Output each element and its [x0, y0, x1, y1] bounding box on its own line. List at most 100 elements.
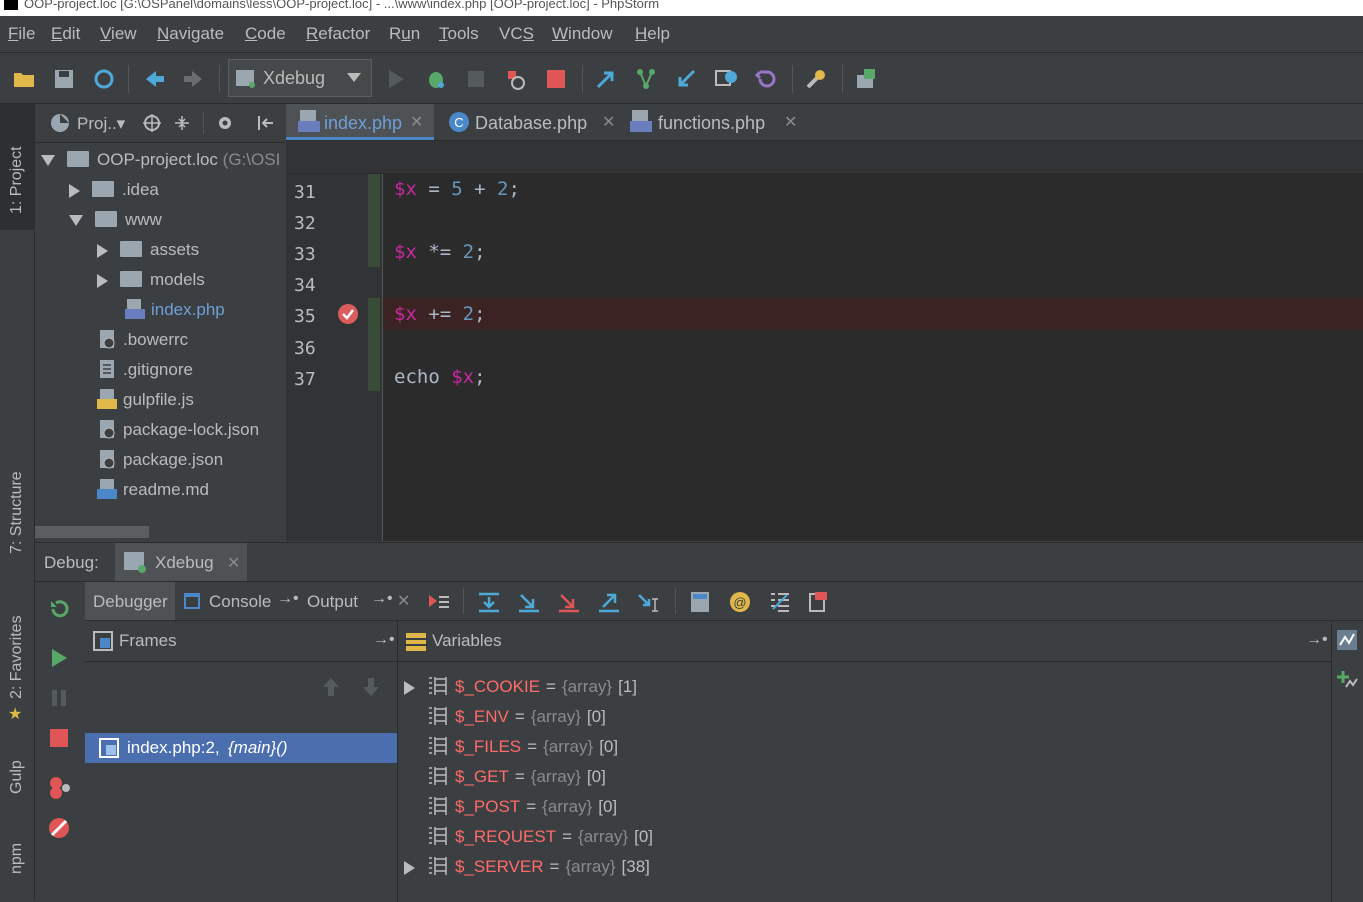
tab-index-php[interactable]: index.php ✕ [286, 104, 434, 140]
menu-view[interactable]: View [100, 24, 137, 44]
close-icon[interactable]: ✕ [410, 104, 423, 142]
tree-item-gitignore[interactable]: .gitignore [97, 355, 193, 385]
tree-item-package-json[interactable]: package.json [97, 445, 223, 475]
vcs-push-icon[interactable] [674, 67, 698, 91]
previous-frame-arrow-icon[interactable] [321, 676, 341, 698]
npm-tool-tab[interactable]: npm [8, 843, 26, 874]
resume-icon[interactable] [47, 646, 71, 670]
structure-tool-tab[interactable]: 7: Structure [8, 471, 26, 554]
coverage-icon[interactable] [464, 67, 488, 91]
project-view-selector[interactable]: Proj..▾ [77, 114, 125, 134]
favorites-tool-tab[interactable]: 2: Favorites [8, 615, 26, 699]
save-all-icon[interactable] [52, 67, 76, 91]
code-line-35[interactable]: $x += 2; [394, 303, 486, 325]
tree-item-gulpfile[interactable]: gulpfile.js [97, 385, 194, 415]
locate-file-icon[interactable] [143, 114, 161, 132]
tree-item-idea[interactable]: .idea [69, 175, 159, 205]
evaluate-at-icon[interactable]: @ [729, 591, 751, 613]
breakpoint-icon[interactable] [337, 303, 359, 325]
close-icon[interactable]: ✕ [784, 104, 797, 142]
listen-debug-icon[interactable] [504, 67, 528, 91]
run-config-dropdown[interactable]: Xdebug [228, 59, 372, 97]
tree-item-readme[interactable]: readme.md [97, 475, 209, 505]
variable-row-cookie[interactable]: $_COOKIE = {array} [1] [404, 672, 637, 702]
frame-row-selected[interactable]: index.php:2, {main}() [85, 733, 397, 763]
synchronize-icon[interactable] [92, 67, 116, 91]
gulp-tool-tab[interactable]: Gulp [8, 760, 26, 794]
menu-navigate[interactable]: Navigate [157, 24, 224, 44]
rerun-icon[interactable] [47, 597, 71, 621]
show-values-inline-icon[interactable] [769, 591, 791, 613]
expand-arrow-icon[interactable] [404, 860, 415, 875]
view-breakpoints-icon[interactable] [47, 776, 71, 800]
menu-vcs[interactable]: VCS [499, 24, 534, 44]
tree-item-www[interactable]: www [69, 205, 162, 235]
debug-bug-icon[interactable] [424, 67, 448, 91]
menu-file[interactable]: File [8, 24, 35, 44]
close-icon[interactable]: ✕ [227, 553, 240, 573]
expand-arrow-icon[interactable] [404, 680, 415, 695]
tree-item-models[interactable]: models [97, 265, 205, 295]
code-line-33[interactable]: $x *= 2; [394, 241, 486, 263]
force-step-into-icon[interactable] [557, 591, 581, 613]
step-out-icon[interactable] [597, 591, 621, 613]
variable-row-post[interactable]: $_POST = {array} [0] [427, 792, 617, 822]
variable-row-files[interactable]: $_FILES = {array} [0] [427, 732, 618, 762]
settings-wrench-icon[interactable] [804, 67, 828, 91]
vcs-commit-icon[interactable] [634, 67, 658, 91]
code-line-37[interactable]: echo $x; [394, 366, 486, 388]
open-folder-icon[interactable] [12, 67, 36, 91]
vcs-update-icon[interactable] [594, 67, 618, 91]
pin-tab-icon[interactable]: →• [371, 590, 393, 608]
hide-panel-icon[interactable] [257, 114, 275, 132]
variable-row-env[interactable]: $_ENV = {array} [0] [427, 702, 606, 732]
menu-window[interactable]: Window [552, 24, 612, 44]
tree-root-row[interactable]: OOP-project.loc (G:\OSI [41, 145, 280, 175]
tab-database-php[interactable]: C Database.php ✕ [436, 104, 616, 140]
show-execution-point-icon[interactable] [427, 591, 451, 613]
menu-tools[interactable]: Tools [439, 24, 479, 44]
stop-icon[interactable] [544, 67, 568, 91]
tab-console[interactable]: Console →• [181, 582, 301, 620]
code-line-31[interactable]: $x = 5 + 2; [394, 178, 520, 200]
database-icon[interactable] [854, 67, 878, 91]
next-frame-arrow-icon[interactable] [361, 676, 381, 698]
gear-icon[interactable] [215, 113, 235, 133]
tree-item-bowerrc[interactable]: .bowerrc [97, 325, 188, 355]
step-into-icon[interactable] [517, 591, 541, 613]
vcs-revert-icon[interactable] [754, 67, 778, 91]
project-tool-tab[interactable]: 1: Project [8, 146, 26, 214]
menu-edit[interactable]: Edit [51, 24, 80, 44]
collapse-all-icon[interactable] [173, 114, 191, 132]
back-arrow-icon[interactable] [142, 67, 166, 91]
run-icon[interactable] [384, 67, 408, 91]
variable-row-server[interactable]: $_SERVER = {array} [38] [404, 852, 650, 882]
forward-arrow-icon[interactable] [182, 67, 206, 91]
tree-item-index-php[interactable]: index.php [125, 295, 225, 325]
restore-layout-icon[interactable] [807, 591, 829, 613]
tree-item-assets[interactable]: assets [97, 235, 199, 265]
mute-breakpoints-icon[interactable] [47, 816, 71, 840]
run-to-cursor-icon[interactable] [637, 591, 661, 613]
debug-session-tab[interactable]: Xdebug ✕ [115, 543, 247, 581]
tree-item-package-lock-json[interactable]: package-lock.json [97, 415, 259, 445]
step-over-icon[interactable] [477, 591, 501, 613]
pin-tab-icon[interactable]: →• [277, 590, 299, 608]
menu-refactor[interactable]: Refactor [306, 24, 370, 44]
watches-toggle-icon[interactable] [1336, 629, 1358, 651]
stop-icon[interactable] [47, 726, 71, 750]
close-icon[interactable]: ✕ [397, 591, 410, 611]
variable-row-request[interactable]: $_REQUEST = {array} [0] [427, 822, 653, 852]
menu-run[interactable]: Run [389, 24, 420, 44]
close-icon[interactable]: ✕ [602, 104, 615, 142]
evaluate-expression-icon[interactable] [689, 591, 711, 613]
horizontal-scrollbar[interactable] [35, 526, 149, 538]
new-watch-icon[interactable] [1336, 669, 1358, 691]
variable-row-get[interactable]: $_GET = {array} [0] [427, 762, 606, 792]
tab-functions-php[interactable]: functions.php ✕ [618, 104, 798, 140]
pin-panel-icon[interactable]: →• [373, 631, 395, 649]
menu-help[interactable]: Help [635, 24, 670, 44]
menu-code[interactable]: Code [245, 24, 286, 44]
tab-output[interactable]: Output →• ✕ [307, 582, 417, 620]
tab-debugger[interactable]: Debugger [85, 582, 175, 620]
